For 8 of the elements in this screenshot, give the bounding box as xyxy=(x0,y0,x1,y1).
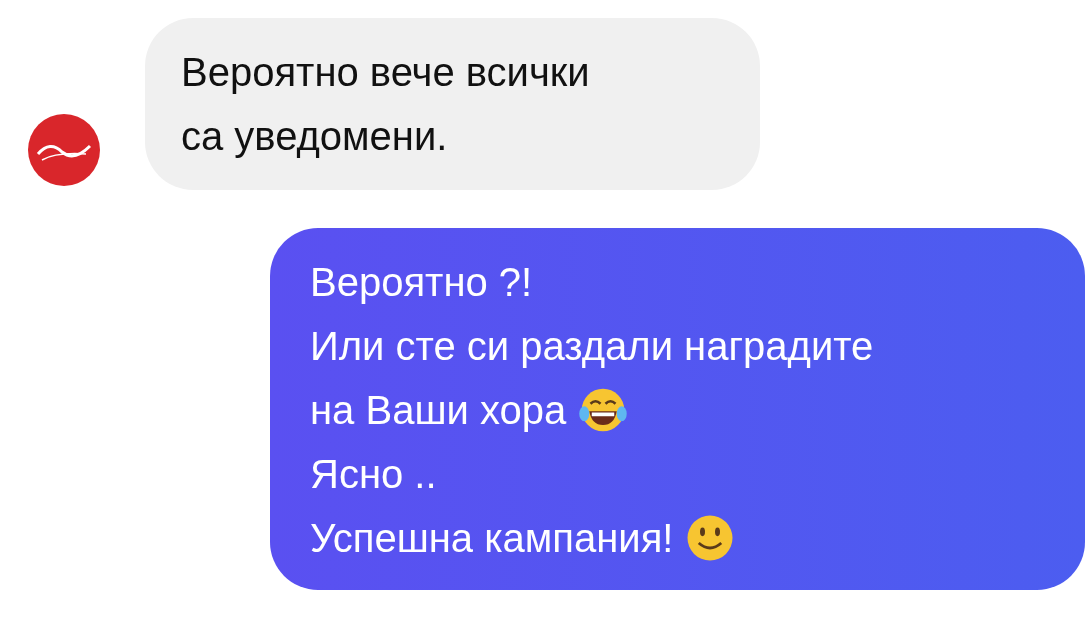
message-text: са уведомени. xyxy=(181,113,448,160)
message-text: Вероятно вече всички xyxy=(181,49,590,96)
logo-avatar-icon xyxy=(28,114,100,186)
message-text: Или сте си раздали наградите xyxy=(310,323,874,370)
message-text: Вероятно ?! xyxy=(310,259,533,306)
message-text: Ясно .. xyxy=(310,451,437,498)
message-text: на Ваши хора xyxy=(310,387,567,434)
message-text: Успешна кампания! xyxy=(310,515,674,562)
